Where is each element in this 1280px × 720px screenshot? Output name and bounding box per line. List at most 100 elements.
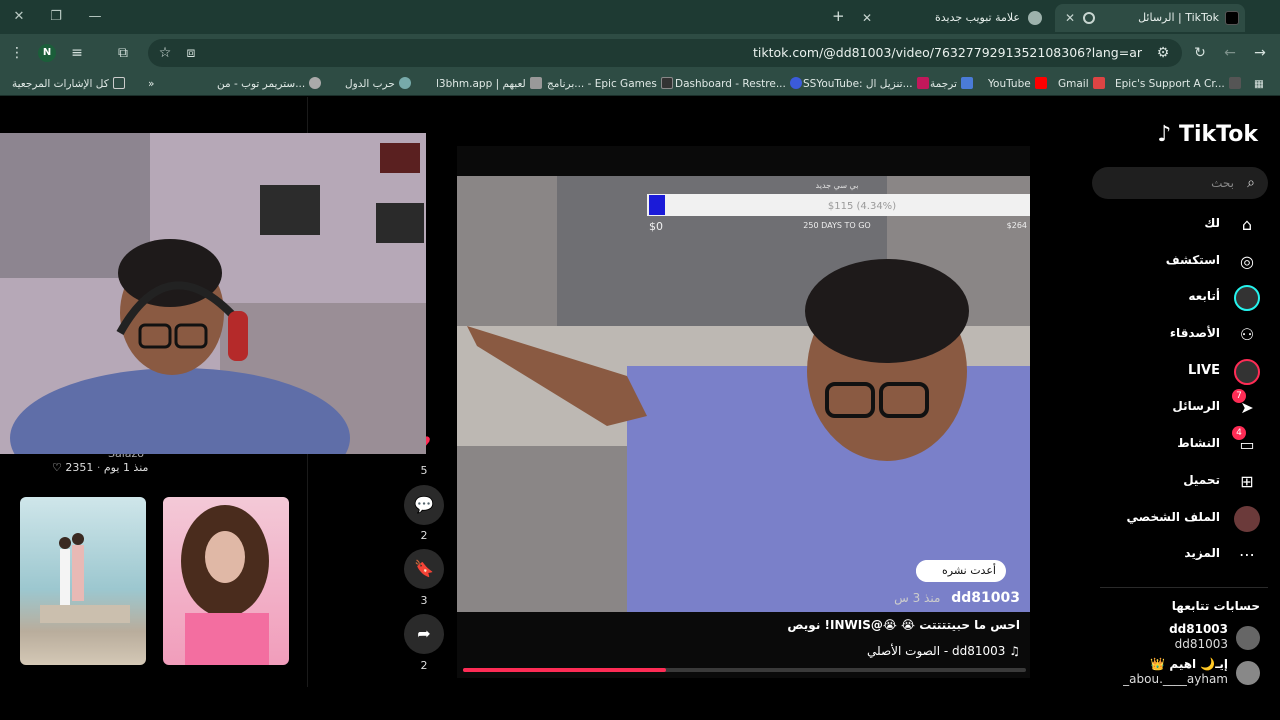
goal-amount: $115 (4.34%) (828, 201, 896, 212)
address-bar[interactable]: ☆ ⧈ tiktok.com/@dd81003/video/7632779291… (148, 39, 1182, 67)
globe-icon (398, 77, 411, 89)
search-input[interactable]: بحث ⌕ (1092, 167, 1268, 199)
comment-button[interactable]: 💬 (404, 485, 444, 525)
curly-hair-image (181, 505, 269, 665)
close-window-icon[interactable]: ✕ (10, 8, 28, 26)
couple-image (40, 533, 130, 623)
home-icon: ⌂ (1241, 215, 1253, 234)
tab-new-tab[interactable]: ✕ علامة تبويب جديدة (858, 4, 1066, 32)
all-bookmarks[interactable]: كل الإشارات المرجعية (12, 76, 125, 92)
apps-grid-icon[interactable]: ▦ (1254, 76, 1264, 92)
translate-icon (960, 77, 973, 89)
url-text[interactable]: tiktok.com/@dd81003/video/76327792913521… (753, 39, 1142, 67)
goal-title: بي سي جديد (816, 181, 859, 190)
bookmarks-overflow-icon[interactable]: » (148, 76, 154, 92)
epic-games-icon (660, 77, 673, 89)
streamer-video-frame: $115 (4.34%) بي سي جديد $0 250 DAYS TO G… (457, 176, 1030, 612)
profile-avatar[interactable]: N (38, 44, 56, 62)
translate-icon[interactable]: ⧈ (182, 44, 200, 62)
restream-icon (789, 77, 802, 89)
repost-icon[interactable] (916, 560, 940, 582)
original-sound[interactable]: ♫ dd81003 - الصوت الأصلي (867, 644, 1020, 658)
bookmark-star-icon[interactable]: ☆ (156, 44, 174, 62)
nav-label: لك (1204, 216, 1220, 230)
close-tab-icon[interactable]: ✕ (862, 4, 872, 32)
tiktok-logo[interactable]: ♪ TikTok (1157, 122, 1258, 147)
restore-window-icon[interactable]: ❐ (47, 8, 65, 26)
upload-icon: ⊞ (1240, 472, 1254, 491)
globe-icon (309, 77, 322, 89)
youtube-icon (1034, 77, 1047, 89)
webcam-overlay (0, 133, 426, 454)
minimize-window-icon[interactable]: — (86, 8, 104, 26)
nav-label: الملف الشخصي (1126, 510, 1220, 524)
forward-icon[interactable]: ← (1221, 44, 1239, 62)
bookmark-dashboard[interactable]: Dashboard - Restre... (675, 76, 802, 92)
bookmark-epic-games[interactable]: برنامج... - Epic Games (547, 76, 673, 92)
nav-label: النشاط (1177, 436, 1220, 450)
comment-icon: 💬 (414, 495, 434, 514)
bookmark-l3bhm[interactable]: l3bhm.app | لعبهم (436, 76, 542, 92)
nav-label: استكشف (1165, 253, 1220, 267)
goal-right: $264 (1007, 221, 1027, 230)
live-icon (1234, 359, 1260, 385)
bookmark-label: حرب الدول (345, 78, 395, 90)
bookmark-gmail[interactable]: Gmail (1058, 76, 1105, 92)
share-icon: ➦ (417, 624, 431, 643)
share-button[interactable]: ➦ (404, 614, 444, 654)
following-account[interactable]: dd81003 dd81003 (1090, 622, 1260, 656)
bookmark-label: Dashboard - Restre... (675, 78, 786, 90)
chrome-icon (1028, 11, 1042, 25)
bookmark-war[interactable]: حرب الدول (345, 76, 411, 92)
site-settings-icon[interactable]: ⚙ (1154, 44, 1172, 62)
tab-search-icon[interactable] (1084, 8, 1096, 26)
video-author[interactable]: dd81003 منذ 3 س (894, 590, 1020, 606)
bookmarks-bar: ▦ Epic's Support A Cr... Gmail YouTube ت… (0, 72, 1280, 96)
folder-icon (112, 77, 125, 89)
bookmark-youtube[interactable]: YouTube (988, 76, 1047, 92)
bookmark-label: SSYouTube: تنزيل ال... (803, 78, 913, 90)
video-content[interactable]: $115 (4.34%) بي سي جديد $0 250 DAYS TO G… (457, 176, 1030, 612)
bookmark-ssyoutube[interactable]: SSYouTube: تنزيل ال... (803, 76, 929, 92)
close-tab-icon[interactable]: ✕ (1065, 4, 1075, 32)
bookmark-button[interactable]: 🔖 (404, 549, 444, 589)
bookmark-epic-support[interactable]: Epic's Support A Cr... (1115, 76, 1241, 92)
bookmark-translate[interactable]: ترجمة (930, 76, 973, 92)
like-count: 5 (420, 464, 428, 477)
heart-outline-icon: ♡ (52, 461, 62, 474)
bookmark-streamer-top[interactable]: ستريمر توب - من... (217, 76, 322, 92)
account-name: dd81003 (1169, 622, 1228, 636)
media-controls-icon[interactable]: ≡ (68, 44, 86, 62)
video-thumbnail[interactable] (20, 497, 146, 665)
menu-kebab-icon[interactable]: ⋮ (8, 44, 26, 62)
video-progress-fill (463, 668, 666, 672)
back-icon[interactable]: → (1251, 44, 1269, 62)
bookmark-label: كل الإشارات المرجعية (12, 78, 109, 90)
bookmark-label: برنامج... - Epic Games (547, 78, 657, 90)
tab-title: علامة تبويب جديدة (934, 11, 1020, 24)
extensions-icon[interactable]: ⧉ (114, 44, 132, 62)
video-caption: احس ما حبيتتتتت 😭 😭@INWIS! نويص (787, 618, 1020, 632)
video-thumbnail[interactable] (163, 497, 289, 665)
logo-text: TikTok (1178, 122, 1258, 147)
reload-icon[interactable]: ↻ (1191, 44, 1209, 62)
account-handle: dd81003 (1174, 637, 1228, 651)
bookmark-label: ترجمة (930, 78, 957, 90)
nav-label: LIVE (1187, 363, 1220, 378)
messages-badge: 7 (1232, 389, 1246, 403)
video-likes: 2351 (65, 461, 94, 474)
repost-label: أعدت نشره (942, 564, 996, 577)
nav-label: أتابعه (1188, 289, 1220, 303)
profile-avatar-icon (1234, 506, 1260, 532)
more-icon: ⋯ (1239, 545, 1255, 564)
following-account[interactable]: إيـ🌙 اهيم 👑 abou.____ayham_ (1090, 657, 1260, 691)
search-icon[interactable]: ⌕ (1242, 174, 1260, 192)
new-tab-icon[interactable]: + (832, 8, 845, 24)
bookmark-label: ستريمر توب - من... (217, 78, 306, 90)
bookmark-label: Epic's Support A Cr... (1115, 78, 1225, 90)
avatar (1236, 661, 1260, 685)
bookmark-icon: 🔖 (414, 559, 434, 578)
tab-title: الرسائل | TikTok (1138, 11, 1219, 24)
goal-days: 250 DAYS TO GO (803, 221, 870, 230)
title-bar: ✕ ❐ — + ✕ علامة تبويب جديدة ✕ الرسائل | … (0, 0, 1280, 34)
